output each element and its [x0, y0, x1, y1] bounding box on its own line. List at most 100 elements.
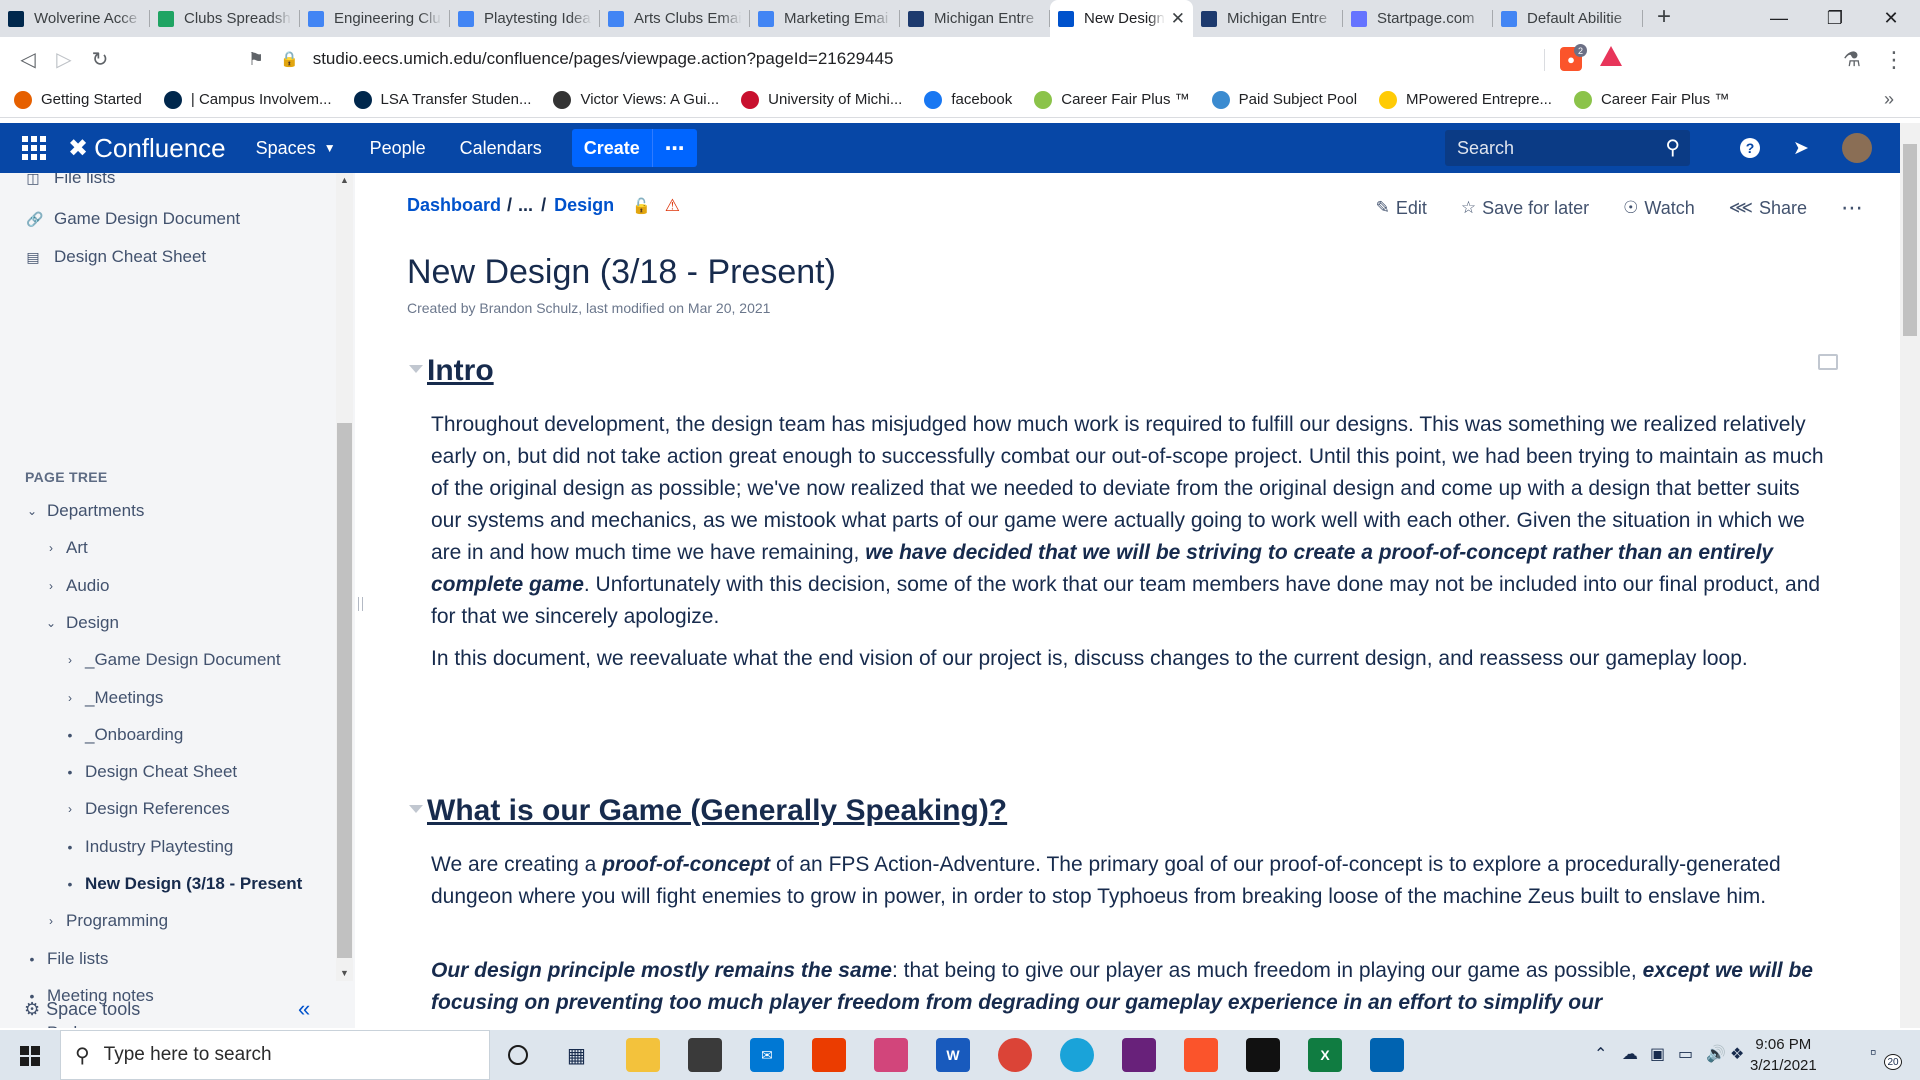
lock-icon[interactable]: 🔒 — [280, 50, 299, 68]
browser-tab[interactable]: Michigan Entre — [900, 0, 1050, 37]
create-button[interactable]: Create ⋯ — [571, 129, 697, 167]
sidebar-file-lists[interactable]: ◫ File lists — [26, 173, 115, 188]
brave-rewards-icon[interactable] — [1600, 46, 1622, 66]
chevron-right-icon[interactable]: › — [63, 802, 77, 816]
app-switcher-icon[interactable] — [22, 136, 46, 160]
chevron-right-icon[interactable]: › — [44, 579, 58, 593]
store-icon[interactable] — [688, 1038, 722, 1072]
edge-icon[interactable] — [1060, 1038, 1094, 1072]
chevron-right-icon[interactable]: › — [63, 653, 77, 667]
browser-tab[interactable]: Clubs Spreadsh — [150, 0, 300, 37]
minimize-icon[interactable]: — — [1751, 0, 1807, 37]
chevron-down-icon[interactable]: ⌄ — [25, 504, 39, 518]
office-icon[interactable] — [812, 1038, 846, 1072]
page-tree-item[interactable]: › _Meetings — [63, 688, 163, 708]
notifications-icon[interactable]: ➤ — [1788, 135, 1814, 161]
maximize-icon[interactable]: ❐ — [1807, 0, 1863, 37]
page-tree-item[interactable]: ⌄ Design — [44, 613, 119, 633]
close-window-icon[interactable]: ✕ — [1863, 0, 1919, 37]
page-tree-item[interactable]: › Art — [44, 538, 88, 558]
sidebar-resize-handle[interactable] — [355, 173, 367, 1028]
volume-icon[interactable]: 🔊 — [1706, 1044, 1726, 1064]
bookmark-item[interactable]: Getting Started — [14, 90, 142, 109]
page-tree-item[interactable]: ⌄ Departments — [25, 501, 144, 521]
page-tree-item[interactable]: › Audio — [44, 576, 109, 596]
people-link[interactable]: People — [370, 138, 426, 159]
chevron-right-icon[interactable]: › — [44, 914, 58, 928]
breadcrumb-design[interactable]: Design — [554, 195, 614, 216]
page-tree-item[interactable]: • _Onboarding — [63, 725, 184, 745]
page-tree-item[interactable]: › Programming — [44, 911, 168, 931]
breadcrumb-ellipsis[interactable]: ... — [518, 195, 533, 216]
dropbox-icon[interactable]: ❖ — [1730, 1044, 1744, 1064]
warning-icon[interactable]: ⚠ — [665, 196, 680, 216]
taskbar-search-input[interactable]: ⚲ Type here to search — [60, 1030, 490, 1080]
word-icon[interactable]: W — [936, 1038, 970, 1072]
unlocked-icon[interactable]: 🔓 — [632, 197, 651, 215]
bookmark-item[interactable]: | Campus Involvem... — [163, 90, 332, 109]
close-tab-icon[interactable]: ✕ — [1171, 9, 1185, 29]
bookmark-item[interactable]: facebook — [924, 90, 1012, 109]
photos-icon[interactable] — [1370, 1038, 1404, 1072]
page-tree-item[interactable]: • File lists — [25, 949, 109, 969]
unity-icon[interactable] — [1246, 1038, 1280, 1072]
collapse-sidebar-icon[interactable]: « — [298, 996, 310, 1022]
windows-start-icon[interactable] — [20, 1046, 40, 1066]
avatar[interactable] — [1842, 133, 1872, 163]
file-explorer-icon[interactable] — [626, 1038, 660, 1072]
sidebar-scrollbar-thumb[interactable] — [337, 423, 352, 958]
edit-button[interactable]: ✎ Edit — [1376, 198, 1427, 219]
scroll-up-icon[interactable]: ▲ — [340, 175, 349, 185]
bookmark-item[interactable]: University of Michi... — [741, 90, 902, 109]
address-bar[interactable]: 🔒 studio.eecs.umich.edu/confluence/pages… — [280, 41, 1600, 77]
browser-tab[interactable]: Arts Clubs Emai — [600, 0, 750, 37]
page-tree-item[interactable]: • New Design (3/18 - Present — [63, 874, 303, 894]
bookmark-item[interactable]: Career Fair Plus ™ — [1034, 90, 1190, 109]
space-tools-button[interactable]: ⚙ Space tools — [24, 999, 140, 1020]
browser-tab[interactable]: Engineering Clu — [300, 0, 450, 37]
expand-toggle-icon[interactable] — [409, 805, 423, 813]
confluence-logo[interactable]: ✖ Confluence — [68, 133, 226, 164]
share-button[interactable]: ⋘ Share — [1729, 198, 1807, 219]
reload-icon[interactable]: ↻ — [82, 42, 118, 78]
create-more-icon[interactable]: ⋯ — [651, 129, 697, 167]
battery-icon[interactable]: ▭ — [1678, 1044, 1693, 1064]
onedrive-icon[interactable]: ☁ — [1622, 1044, 1638, 1064]
forward-icon[interactable]: ▷ — [46, 42, 82, 78]
search-input[interactable]: Search ⚲ — [1445, 130, 1690, 166]
task-view-icon[interactable]: ▦ — [567, 1043, 586, 1068]
browser-tab[interactable]: Playtesting Idea — [450, 0, 600, 37]
scroll-down-icon[interactable]: ▼ — [340, 968, 349, 978]
browser-tab[interactable]: New Design ✕ — [1050, 0, 1193, 37]
spaces-menu[interactable]: Spaces ▼ — [256, 138, 336, 159]
save-for-later-button[interactable]: ☆ Save for later — [1461, 198, 1589, 219]
chevron-right-icon[interactable]: › — [63, 691, 77, 705]
calendars-link[interactable]: Calendars — [460, 138, 542, 159]
bookmark-item[interactable]: MPowered Entrepre... — [1379, 90, 1552, 109]
watch-button[interactable]: ☉ Watch — [1623, 198, 1695, 219]
browser-tab[interactable]: Michigan Entre — [1193, 0, 1343, 37]
chevron-right-icon[interactable]: › — [44, 541, 58, 555]
browser-tab[interactable]: Wolverine Acce — [0, 0, 150, 37]
browser-tab[interactable]: Startpage.com — [1343, 0, 1493, 37]
search-icon[interactable]: ⚲ — [1665, 135, 1680, 160]
new-tab-button[interactable]: + — [1643, 0, 1685, 37]
visual-studio-icon[interactable] — [1122, 1038, 1156, 1072]
bookmark-page-icon[interactable]: ⚑ — [238, 42, 274, 78]
chrome-icon[interactable] — [998, 1038, 1032, 1072]
sidebar-game-design-document[interactable]: 🔗 Game Design Document — [26, 209, 240, 229]
help-icon[interactable]: ? — [1740, 138, 1760, 158]
show-hidden-icons-icon[interactable]: ⌃ — [1594, 1044, 1607, 1064]
action-center-icon[interactable]: ▫ — [1870, 1042, 1876, 1063]
chevron-down-icon[interactable]: ⌄ — [44, 616, 58, 630]
more-bookmarks-icon[interactable]: » — [1884, 89, 1894, 110]
cortana-icon[interactable] — [508, 1045, 528, 1065]
table-of-contents-icon[interactable] — [1818, 354, 1838, 370]
more-actions-icon[interactable]: ⋯ — [1841, 195, 1863, 221]
page-tree-item[interactable]: • Industry Playtesting — [63, 837, 234, 857]
page-tree-item[interactable]: › Design References — [63, 799, 230, 819]
sidebar-design-cheat-sheet[interactable]: ▤ Design Cheat Sheet — [26, 247, 206, 267]
page-scrollbar-thumb[interactable] — [1903, 144, 1917, 336]
mail-icon[interactable]: ✉ — [750, 1038, 784, 1072]
bookmark-item[interactable]: Paid Subject Pool — [1211, 90, 1357, 109]
